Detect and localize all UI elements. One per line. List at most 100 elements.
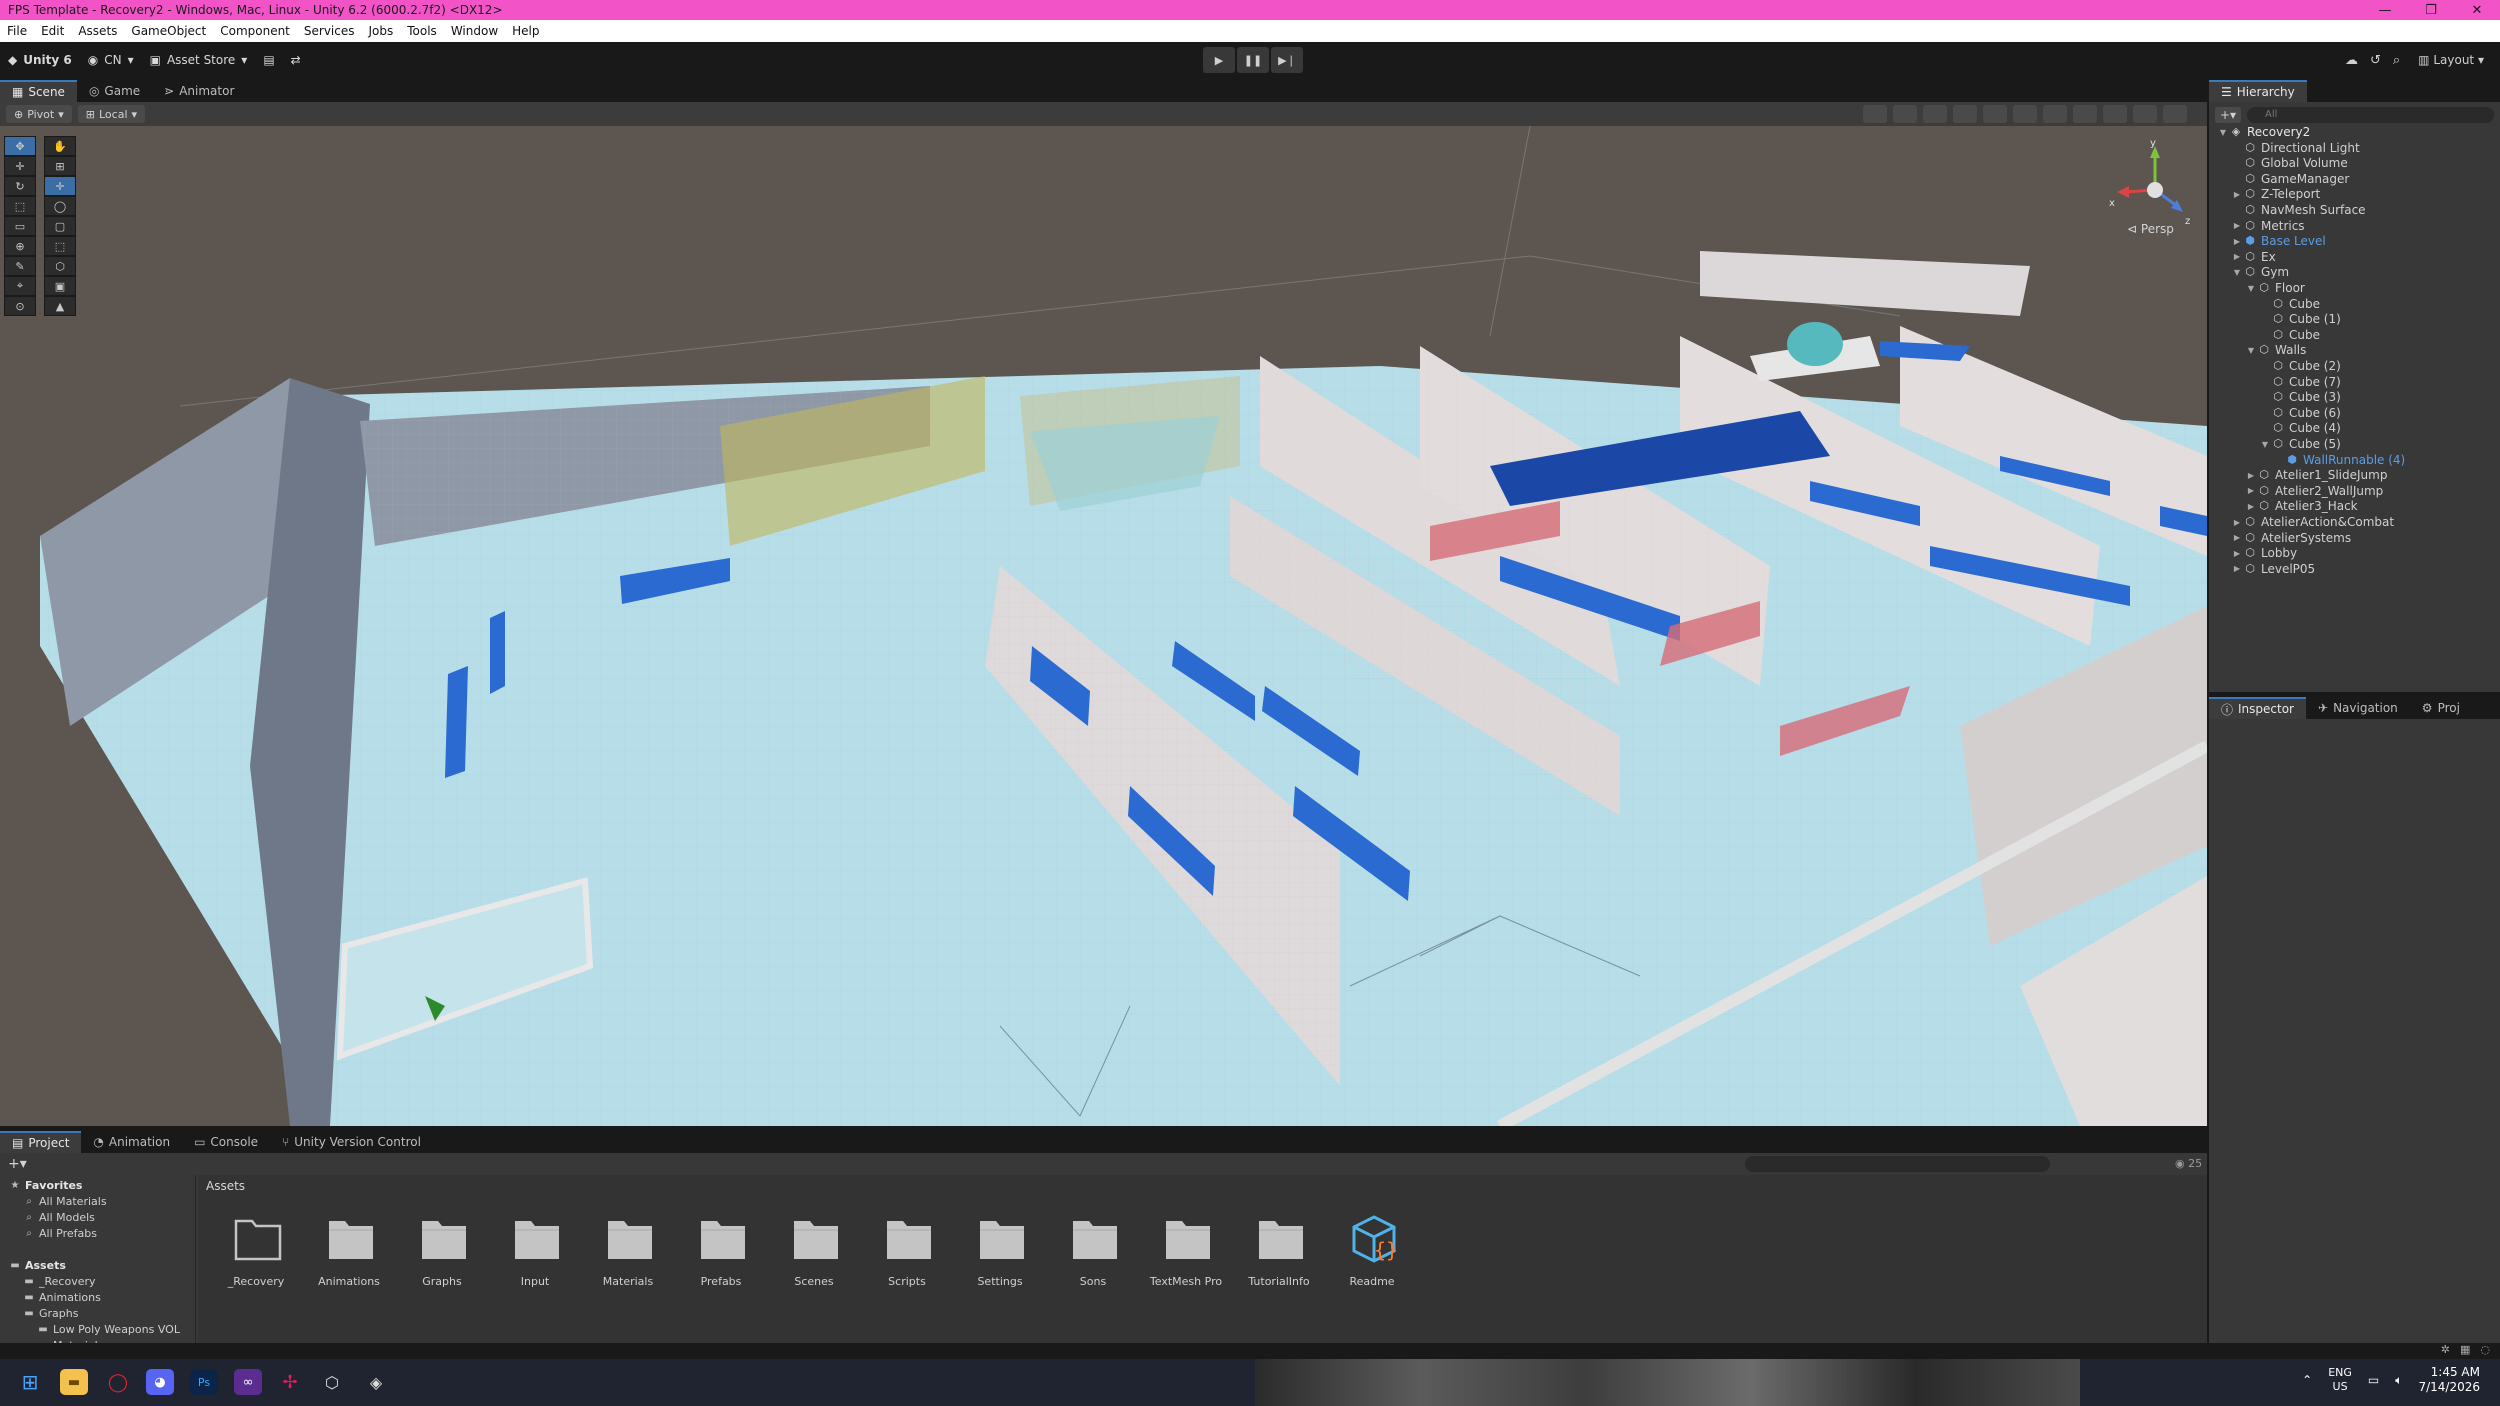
- box-tool-icon[interactable]: ▢: [44, 216, 76, 236]
- probuilder-tool-icon[interactable]: ⊙: [4, 296, 36, 316]
- hierarchy-item[interactable]: ▶ ⬡ AtelierSystems: [2231, 530, 2351, 546]
- menu-edit[interactable]: Edit: [34, 24, 71, 38]
- asset-folder[interactable]: Input: [495, 1207, 575, 1297]
- account-dropdown[interactable]: ◉ CN ▾: [80, 47, 142, 73]
- collapse-arrow-icon[interactable]: ▶: [2245, 471, 2257, 480]
- tab-console[interactable]: ▭ Console: [182, 1131, 270, 1153]
- tab-hierarchy[interactable]: ☰ Hierarchy: [2209, 80, 2307, 102]
- hierarchy-item[interactable]: ⬡ Cube: [2259, 296, 2320, 312]
- hierarchy-item[interactable]: ▶ ⬡ Ex: [2231, 249, 2276, 265]
- expand-arrow-icon[interactable]: ▼: [2245, 346, 2257, 355]
- step-button[interactable]: ▶❘: [1271, 47, 1303, 73]
- collapse-arrow-icon[interactable]: ▶: [2231, 237, 2243, 246]
- layout-dropdown[interactable]: ▥ Layout ▾: [2412, 53, 2490, 67]
- asset-folder[interactable]: TutorialInfo: [1239, 1207, 1319, 1297]
- menu-window[interactable]: Window: [444, 24, 505, 38]
- search-icon[interactable]: ⌕: [2393, 53, 2400, 68]
- hierarchy-search-input[interactable]: All: [2247, 107, 2494, 123]
- tree-item[interactable]: ⌕ All Materials: [22, 1193, 106, 1209]
- hierarchy-item[interactable]: ▶ ⬢ Base Level: [2231, 233, 2326, 249]
- slack-icon[interactable]: ✢: [276, 1369, 304, 1395]
- tab-scene[interactable]: ▦ Scene: [0, 80, 77, 102]
- assets-breadcrumb[interactable]: Assets: [206, 1179, 245, 1193]
- collapse-arrow-icon[interactable]: ▶: [2231, 221, 2243, 230]
- terrain-tool-icon[interactable]: ▲: [44, 296, 76, 316]
- chevron-up-icon[interactable]: ⌃: [2302, 1373, 2312, 1387]
- hierarchy-item[interactable]: ⬡ Cube (3): [2259, 389, 2341, 405]
- tree-item[interactable]: ▬ Graphs: [22, 1305, 78, 1321]
- expand-arrow-icon[interactable]: ▼: [2217, 128, 2229, 137]
- play-button[interactable]: ▶: [1203, 47, 1235, 73]
- shading-shaded-icon[interactable]: [1923, 105, 1947, 123]
- menu-jobs[interactable]: Jobs: [362, 24, 401, 38]
- asset-folder[interactable]: Settings: [960, 1207, 1040, 1297]
- clock[interactable]: 1:45 AM 7/14/2026: [2418, 1365, 2480, 1395]
- tree-item[interactable]: ▬ Low Poly Weapons VOL: [36, 1321, 180, 1337]
- opera-icon[interactable]: ◯: [104, 1369, 132, 1395]
- asset-folder[interactable]: Animations: [309, 1207, 389, 1297]
- asset-folder[interactable]: Scenes: [774, 1207, 854, 1297]
- collapse-arrow-icon[interactable]: ▶: [2245, 486, 2257, 495]
- pause-button[interactable]: ❚❚: [1237, 47, 1269, 73]
- grid-tool-icon[interactable]: ⊞: [44, 156, 76, 176]
- scene-viewport[interactable]: [0, 126, 2207, 1126]
- project-search-input[interactable]: [1745, 1156, 2050, 1172]
- move-handle-icon[interactable]: ✛: [44, 176, 76, 196]
- custom-tool-icon[interactable]: ✎: [4, 256, 36, 276]
- tab-inspector[interactable]: ⓘ Inspector: [2209, 697, 2306, 719]
- collapse-arrow-icon[interactable]: ▶: [2231, 564, 2243, 573]
- hierarchy-item[interactable]: ⬢ WallRunnable (4): [2273, 452, 2405, 468]
- rect-tool-icon[interactable]: ▭: [4, 216, 36, 236]
- history-icon[interactable]: ↺: [2370, 53, 2381, 68]
- cloud-icon[interactable]: ☁: [2345, 53, 2358, 68]
- asset-folder[interactable]: Prefabs: [681, 1207, 761, 1297]
- hierarchy-item[interactable]: ▶ ⬡ Atelier2_WallJump: [2245, 483, 2383, 499]
- collapse-arrow-icon[interactable]: ▶: [2231, 518, 2243, 527]
- hierarchy-item[interactable]: ⬡ NavMesh Surface: [2231, 202, 2365, 218]
- rotate-tool-icon[interactable]: ↻: [4, 176, 36, 196]
- tab-game[interactable]: ◎ Game: [77, 80, 152, 102]
- asset-folder[interactable]: TextMesh Pro: [1146, 1207, 1226, 1297]
- tree-item[interactable]: ▬ _Recovery: [22, 1273, 95, 1289]
- move-tool-icon[interactable]: ✛: [4, 156, 36, 176]
- version-control-icon[interactable]: ⇄: [283, 47, 309, 73]
- camera-tool-icon[interactable]: ▣: [44, 276, 76, 296]
- orientation-icon[interactable]: [1863, 105, 1887, 123]
- menu-assets[interactable]: Assets: [71, 24, 124, 38]
- hierarchy-item[interactable]: ▼ ⬡ Walls: [2245, 342, 2306, 358]
- unity-icon[interactable]: ◈: [362, 1369, 390, 1395]
- hierarchy-item[interactable]: ▶ ⬡ Metrics: [2231, 218, 2305, 234]
- close-button[interactable]: ✕: [2454, 3, 2500, 18]
- tree-item[interactable]: ▬ Animations: [22, 1289, 101, 1305]
- hierarchy-item[interactable]: ⬡ Cube (1): [2259, 311, 2341, 327]
- language-indicator[interactable]: ENG US: [2328, 1366, 2352, 1394]
- menu-gameobject[interactable]: GameObject: [124, 24, 213, 38]
- hierarchy-item[interactable]: ▼ ⬡ Cube (5): [2259, 436, 2341, 452]
- gizmos-toggle-icon[interactable]: [2133, 105, 2157, 123]
- collapse-arrow-icon[interactable]: ▶: [2231, 533, 2243, 542]
- collapse-arrow-icon[interactable]: ▶: [2245, 502, 2257, 511]
- asset-folder[interactable]: Sons: [1053, 1207, 1133, 1297]
- visual-studio-icon[interactable]: ∞: [234, 1369, 262, 1395]
- hierarchy-item[interactable]: ▼ ◈ Recovery2: [2217, 124, 2310, 140]
- snap-tool-icon[interactable]: ⌖: [4, 276, 36, 296]
- shading-wireframe-icon[interactable]: [1893, 105, 1917, 123]
- hierarchy-item[interactable]: ⬡ Directional Light: [2231, 140, 2359, 156]
- scene-visibility-icon[interactable]: [2163, 105, 2187, 123]
- mesh-tool-icon[interactable]: ⬡: [44, 256, 76, 276]
- add-asset-button[interactable]: +▾: [0, 1156, 27, 1172]
- asset-folder[interactable]: Graphs: [402, 1207, 482, 1297]
- scale-tool-icon[interactable]: ⬚: [4, 196, 36, 216]
- hierarchy-item[interactable]: ⬡ Global Volume: [2231, 155, 2348, 171]
- menu-file[interactable]: File: [0, 24, 34, 38]
- collapse-arrow-icon[interactable]: ▶: [2231, 549, 2243, 558]
- unity-hub-icon[interactable]: ⬡: [318, 1369, 346, 1395]
- tree-item[interactable]: ▬ Assets: [8, 1257, 66, 1273]
- asset-folder[interactable]: Materials: [588, 1207, 668, 1297]
- hierarchy-item[interactable]: ⬡ GameManager: [2231, 171, 2349, 187]
- bug-icon[interactable]: ✲: [2441, 1343, 2450, 1356]
- pivot-dropdown[interactable]: ⊕ Pivot ▾: [6, 105, 72, 123]
- hierarchy-item[interactable]: ▼ ⬡ Gym: [2231, 264, 2289, 280]
- hierarchy-item[interactable]: ▶ ⬡ Atelier3_Hack: [2245, 498, 2358, 514]
- camera-settings-icon[interactable]: [2103, 105, 2127, 123]
